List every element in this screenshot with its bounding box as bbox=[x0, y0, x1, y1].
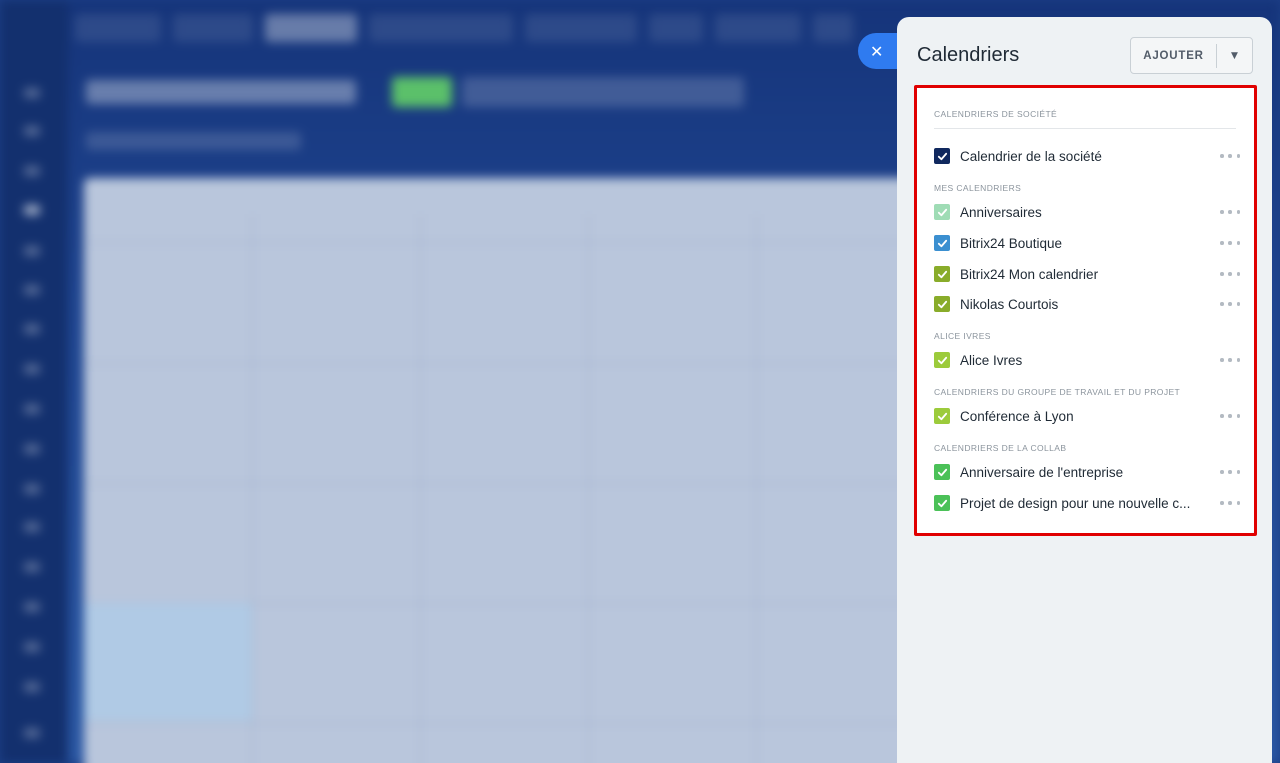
calendar-item[interactable]: Calendrier de la société bbox=[934, 145, 1240, 167]
calendar-item[interactable]: Projet de design pour une nouvelle c... bbox=[934, 492, 1240, 514]
close-icon: ✕ bbox=[870, 41, 884, 61]
page-title-placeholder bbox=[86, 80, 356, 104]
checkbox-checked[interactable] bbox=[934, 408, 950, 424]
check-icon bbox=[937, 208, 947, 216]
section-divider bbox=[934, 128, 1236, 129]
calendar-name: Anniversaires bbox=[960, 204, 1042, 220]
calendar-item[interactable]: Anniversaires bbox=[934, 201, 1240, 223]
section-title-company: CALENDRIERS DE SOCIÉTÉ bbox=[934, 109, 1058, 119]
checkbox-checked[interactable] bbox=[934, 148, 950, 164]
checkbox-checked[interactable] bbox=[934, 495, 950, 511]
left-sidebar bbox=[0, 0, 68, 763]
add-button-label: AJOUTER bbox=[1143, 49, 1204, 62]
calendar-name: Bitrix24 Boutique bbox=[960, 235, 1063, 251]
chevron-down-icon[interactable]: ▼ bbox=[1217, 51, 1252, 61]
more-options-icon[interactable] bbox=[1220, 272, 1240, 276]
calendar-item[interactable]: Anniversaire de l'entreprise bbox=[934, 461, 1240, 483]
calendar-name: Conférence à Lyon bbox=[960, 408, 1074, 424]
more-options-icon[interactable] bbox=[1220, 302, 1240, 306]
checkbox-checked[interactable] bbox=[934, 296, 950, 312]
checkbox-checked[interactable] bbox=[934, 464, 950, 480]
more-options-icon[interactable] bbox=[1220, 470, 1240, 474]
calendar-name: Calendrier de la société bbox=[960, 148, 1102, 164]
calendar-item[interactable]: Alice Ivres bbox=[934, 349, 1240, 371]
top-navigation bbox=[75, 14, 895, 44]
more-options-icon[interactable] bbox=[1220, 414, 1240, 418]
more-options-icon[interactable] bbox=[1220, 154, 1240, 158]
check-icon bbox=[937, 468, 947, 476]
checkbox-checked[interactable] bbox=[934, 352, 950, 368]
calendar-list: CALENDRIERS DE SOCIÉTÉ Calendrier de la … bbox=[916, 87, 1254, 533]
check-icon bbox=[937, 499, 947, 507]
checkbox-checked[interactable] bbox=[934, 235, 950, 251]
more-options-icon[interactable] bbox=[1220, 241, 1240, 245]
check-icon bbox=[937, 270, 947, 278]
more-options-icon[interactable] bbox=[1220, 358, 1240, 362]
calendar-item[interactable]: Nikolas Courtois bbox=[934, 293, 1240, 315]
create-button-placeholder bbox=[392, 77, 452, 107]
calendar-item[interactable]: Conférence à Lyon bbox=[934, 405, 1240, 427]
calendar-name: Nikolas Courtois bbox=[960, 296, 1059, 312]
calendar-name: Alice Ivres bbox=[960, 352, 1023, 368]
calendars-panel: Calendriers AJOUTER ▼ CALENDRIERS DE SOC… bbox=[897, 17, 1272, 763]
view-tabs-placeholder bbox=[86, 132, 301, 150]
checkbox-checked[interactable] bbox=[934, 266, 950, 282]
more-options-icon[interactable] bbox=[1220, 501, 1240, 505]
check-icon bbox=[937, 239, 947, 247]
add-calendar-button[interactable]: AJOUTER ▼ bbox=[1130, 37, 1253, 74]
calendar-item[interactable]: Bitrix24 Boutique bbox=[934, 232, 1240, 254]
checkbox-checked[interactable] bbox=[934, 204, 950, 220]
panel-title: Calendriers bbox=[917, 44, 1020, 66]
section-title-collab: CALENDRIERS DE LA COLLAB bbox=[934, 443, 1067, 453]
check-icon bbox=[937, 356, 947, 364]
search-placeholder bbox=[462, 77, 744, 107]
check-icon bbox=[937, 300, 947, 308]
calendar-name: Bitrix24 Mon calendrier bbox=[960, 266, 1099, 282]
section-title-workgroup: CALENDRIERS DU GROUPE DE TRAVAIL ET DU P… bbox=[934, 387, 1181, 397]
check-icon bbox=[937, 412, 947, 420]
calendar-name: Projet de design pour une nouvelle c... bbox=[960, 495, 1191, 511]
section-title-alice-ivres: ALICE IVRES bbox=[934, 331, 991, 341]
calendar-grid bbox=[84, 178, 914, 763]
calendar-name: Anniversaire de l'entreprise bbox=[960, 464, 1124, 480]
more-options-icon[interactable] bbox=[1220, 210, 1240, 214]
section-title-my-calendars: MES CALENDRIERS bbox=[934, 183, 1022, 193]
calendar-item[interactable]: Bitrix24 Mon calendrier bbox=[934, 263, 1240, 285]
check-icon bbox=[937, 152, 947, 160]
